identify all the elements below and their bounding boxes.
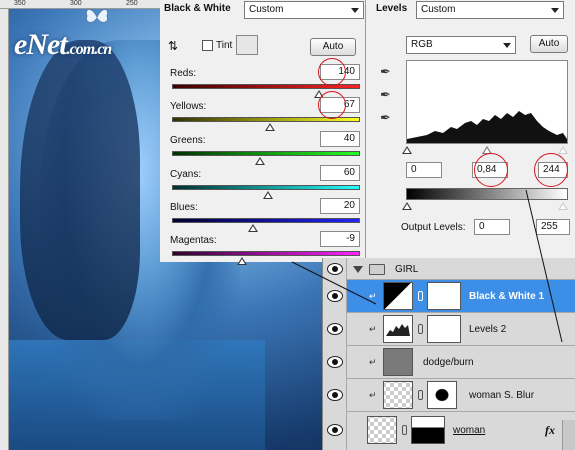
annotation-line [525, 189, 563, 343]
annotation-line [291, 261, 377, 305]
annotation-lines [291, 189, 563, 343]
